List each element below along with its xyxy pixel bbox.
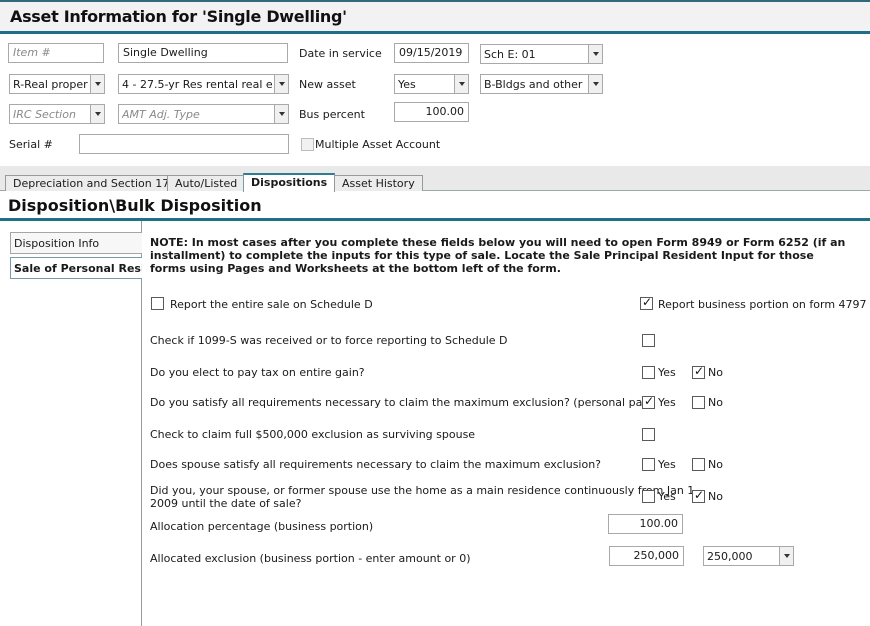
schedule-select[interactable]: Sch E: 01	[480, 44, 603, 64]
q-elect-label: Do you elect to pay tax on entire gain?	[150, 366, 365, 379]
q-surviving-spouse-label: Check to claim full $500,000 exclusion a…	[150, 428, 476, 441]
amt-adj-type-placeholder: AMT Adj. Type	[122, 108, 200, 121]
tab-dispositions[interactable]: Dispositions	[243, 173, 336, 192]
serial-field[interactable]	[79, 134, 289, 154]
chevron-down-icon[interactable]	[588, 45, 602, 63]
asset-category-select[interactable]: B-Bldgs and other de	[480, 74, 603, 94]
allocated-exclusion-select[interactable]: 250,000	[703, 546, 794, 566]
allocation-percent-field[interactable]: 100.00	[608, 514, 683, 534]
allocation-label: Allocation percentage (business portion)	[150, 520, 374, 533]
property-type-select[interactable]: R-Real property	[9, 74, 105, 94]
q-spouse-no-label: No	[708, 458, 723, 471]
chevron-down-icon[interactable]	[90, 105, 104, 123]
date-in-service-field[interactable]: 09/15/2019	[394, 43, 469, 63]
nav-item-disposition-info[interactable]: Disposition Info	[10, 232, 142, 254]
q-satisfy-no-checkbox[interactable]	[692, 396, 705, 409]
schedule-value: Sch E: 01	[484, 48, 536, 61]
left-nav: Disposition Info Sale of Personal Resid	[0, 221, 142, 626]
checkmark-icon: ✓	[642, 295, 653, 309]
serial-label: Serial #	[9, 138, 53, 151]
note-text: NOTE: In most cases after you complete t…	[150, 236, 846, 275]
q-1099s-checkbox[interactable]	[642, 334, 655, 347]
report-entire-checkbox[interactable]	[151, 297, 164, 310]
tab-auto-listed[interactable]: Auto/Listed	[167, 175, 246, 191]
q-spouse-yes-label: Yes	[658, 458, 676, 471]
recovery-period-select[interactable]: 4 - 27.5-yr Res rental real esta	[118, 74, 289, 94]
section-title: Disposition\Bulk Disposition	[8, 196, 262, 215]
new-asset-label: New asset	[299, 78, 356, 91]
bus-percent-label: Bus percent	[299, 108, 365, 121]
q-residence-yes-checkbox[interactable]	[642, 490, 655, 503]
q-residence-label-line2: 2009 until the date of sale?	[150, 497, 302, 510]
allocated-exclusion-field[interactable]: 250,000	[609, 546, 684, 566]
multiple-asset-checkbox[interactable]	[301, 138, 314, 151]
q-elect-yes-label: Yes	[658, 366, 676, 379]
q-spouse-no-checkbox[interactable]	[692, 458, 705, 471]
bus-percent-field[interactable]: 100.00	[394, 102, 469, 122]
new-asset-select[interactable]: Yes	[394, 74, 469, 94]
q-residence-label-line1: Did you, your spouse, or former spouse u…	[150, 484, 698, 497]
irc-section-placeholder: IRC Section	[13, 108, 76, 121]
q-surviving-spouse-checkbox[interactable]	[642, 428, 655, 441]
q-elect-no-label: No	[708, 366, 723, 379]
tab-depreciation[interactable]: Depreciation and Section 179	[5, 175, 185, 191]
allocated-exclusion-label: Allocated exclusion (business portion - …	[150, 552, 471, 565]
page-title: Asset Information for 'Single Dwelling'	[10, 7, 347, 26]
q-residence-no-label: No	[708, 490, 723, 503]
irc-section-select[interactable]: IRC Section	[9, 104, 105, 124]
multiple-asset-label: Multiple Asset Account	[315, 138, 441, 151]
chevron-down-icon[interactable]	[274, 75, 288, 93]
report-business-label: Report business portion on form 4797	[658, 298, 867, 311]
asset-info-panel: Item # Single Dwelling Date in service 0…	[0, 34, 870, 166]
tab-asset-history[interactable]: Asset History	[334, 175, 423, 191]
q-elect-no-checkbox[interactable]: ✓	[692, 364, 705, 379]
q-satisfy-yes-checkbox[interactable]: ✓	[642, 394, 655, 409]
chevron-down-icon[interactable]	[588, 75, 602, 93]
asset-category-value: B-Bldgs and other de	[484, 78, 586, 91]
q-elect-yes-checkbox[interactable]	[642, 366, 655, 379]
q-spouse-satisfy-label: Does spouse satisfy all requirements nec…	[150, 458, 602, 471]
recovery-period-value: 4 - 27.5-yr Res rental real esta	[122, 78, 272, 91]
q-residence-yes-label: Yes	[658, 490, 676, 503]
description-field[interactable]: Single Dwelling	[118, 43, 288, 63]
checkmark-icon: ✓	[694, 488, 705, 502]
new-asset-value: Yes	[398, 78, 416, 91]
checkmark-icon: ✓	[644, 394, 655, 408]
chevron-down-icon[interactable]	[274, 105, 288, 123]
checkmark-icon: ✓	[694, 364, 705, 378]
q-satisfy-yes-label: Yes	[658, 396, 676, 409]
q-satisfy-label: Do you satisfy all requirements necessar…	[150, 396, 656, 409]
allocated-exclusion-select-value: 250,000	[707, 550, 753, 563]
chevron-down-icon[interactable]	[90, 75, 104, 93]
chevron-down-icon[interactable]	[454, 75, 468, 93]
amt-adj-type-select[interactable]: AMT Adj. Type	[118, 104, 289, 124]
report-entire-label: Report the entire sale on Schedule D	[170, 298, 373, 311]
q-spouse-yes-checkbox[interactable]	[642, 458, 655, 471]
nav-item-sale-of-personal-residence[interactable]: Sale of Personal Resid	[10, 257, 142, 279]
property-type-value: R-Real property	[13, 78, 88, 91]
date-in-service-label: Date in service	[299, 47, 382, 60]
chevron-down-icon[interactable]	[779, 547, 793, 565]
q-1099s-label: Check if 1099-S was received or to force…	[150, 334, 508, 347]
item-number-field[interactable]: Item #	[8, 43, 104, 63]
report-business-checkbox[interactable]: ✓	[640, 295, 653, 310]
q-satisfy-no-label: No	[708, 396, 723, 409]
q-residence-no-checkbox[interactable]: ✓	[692, 488, 705, 503]
